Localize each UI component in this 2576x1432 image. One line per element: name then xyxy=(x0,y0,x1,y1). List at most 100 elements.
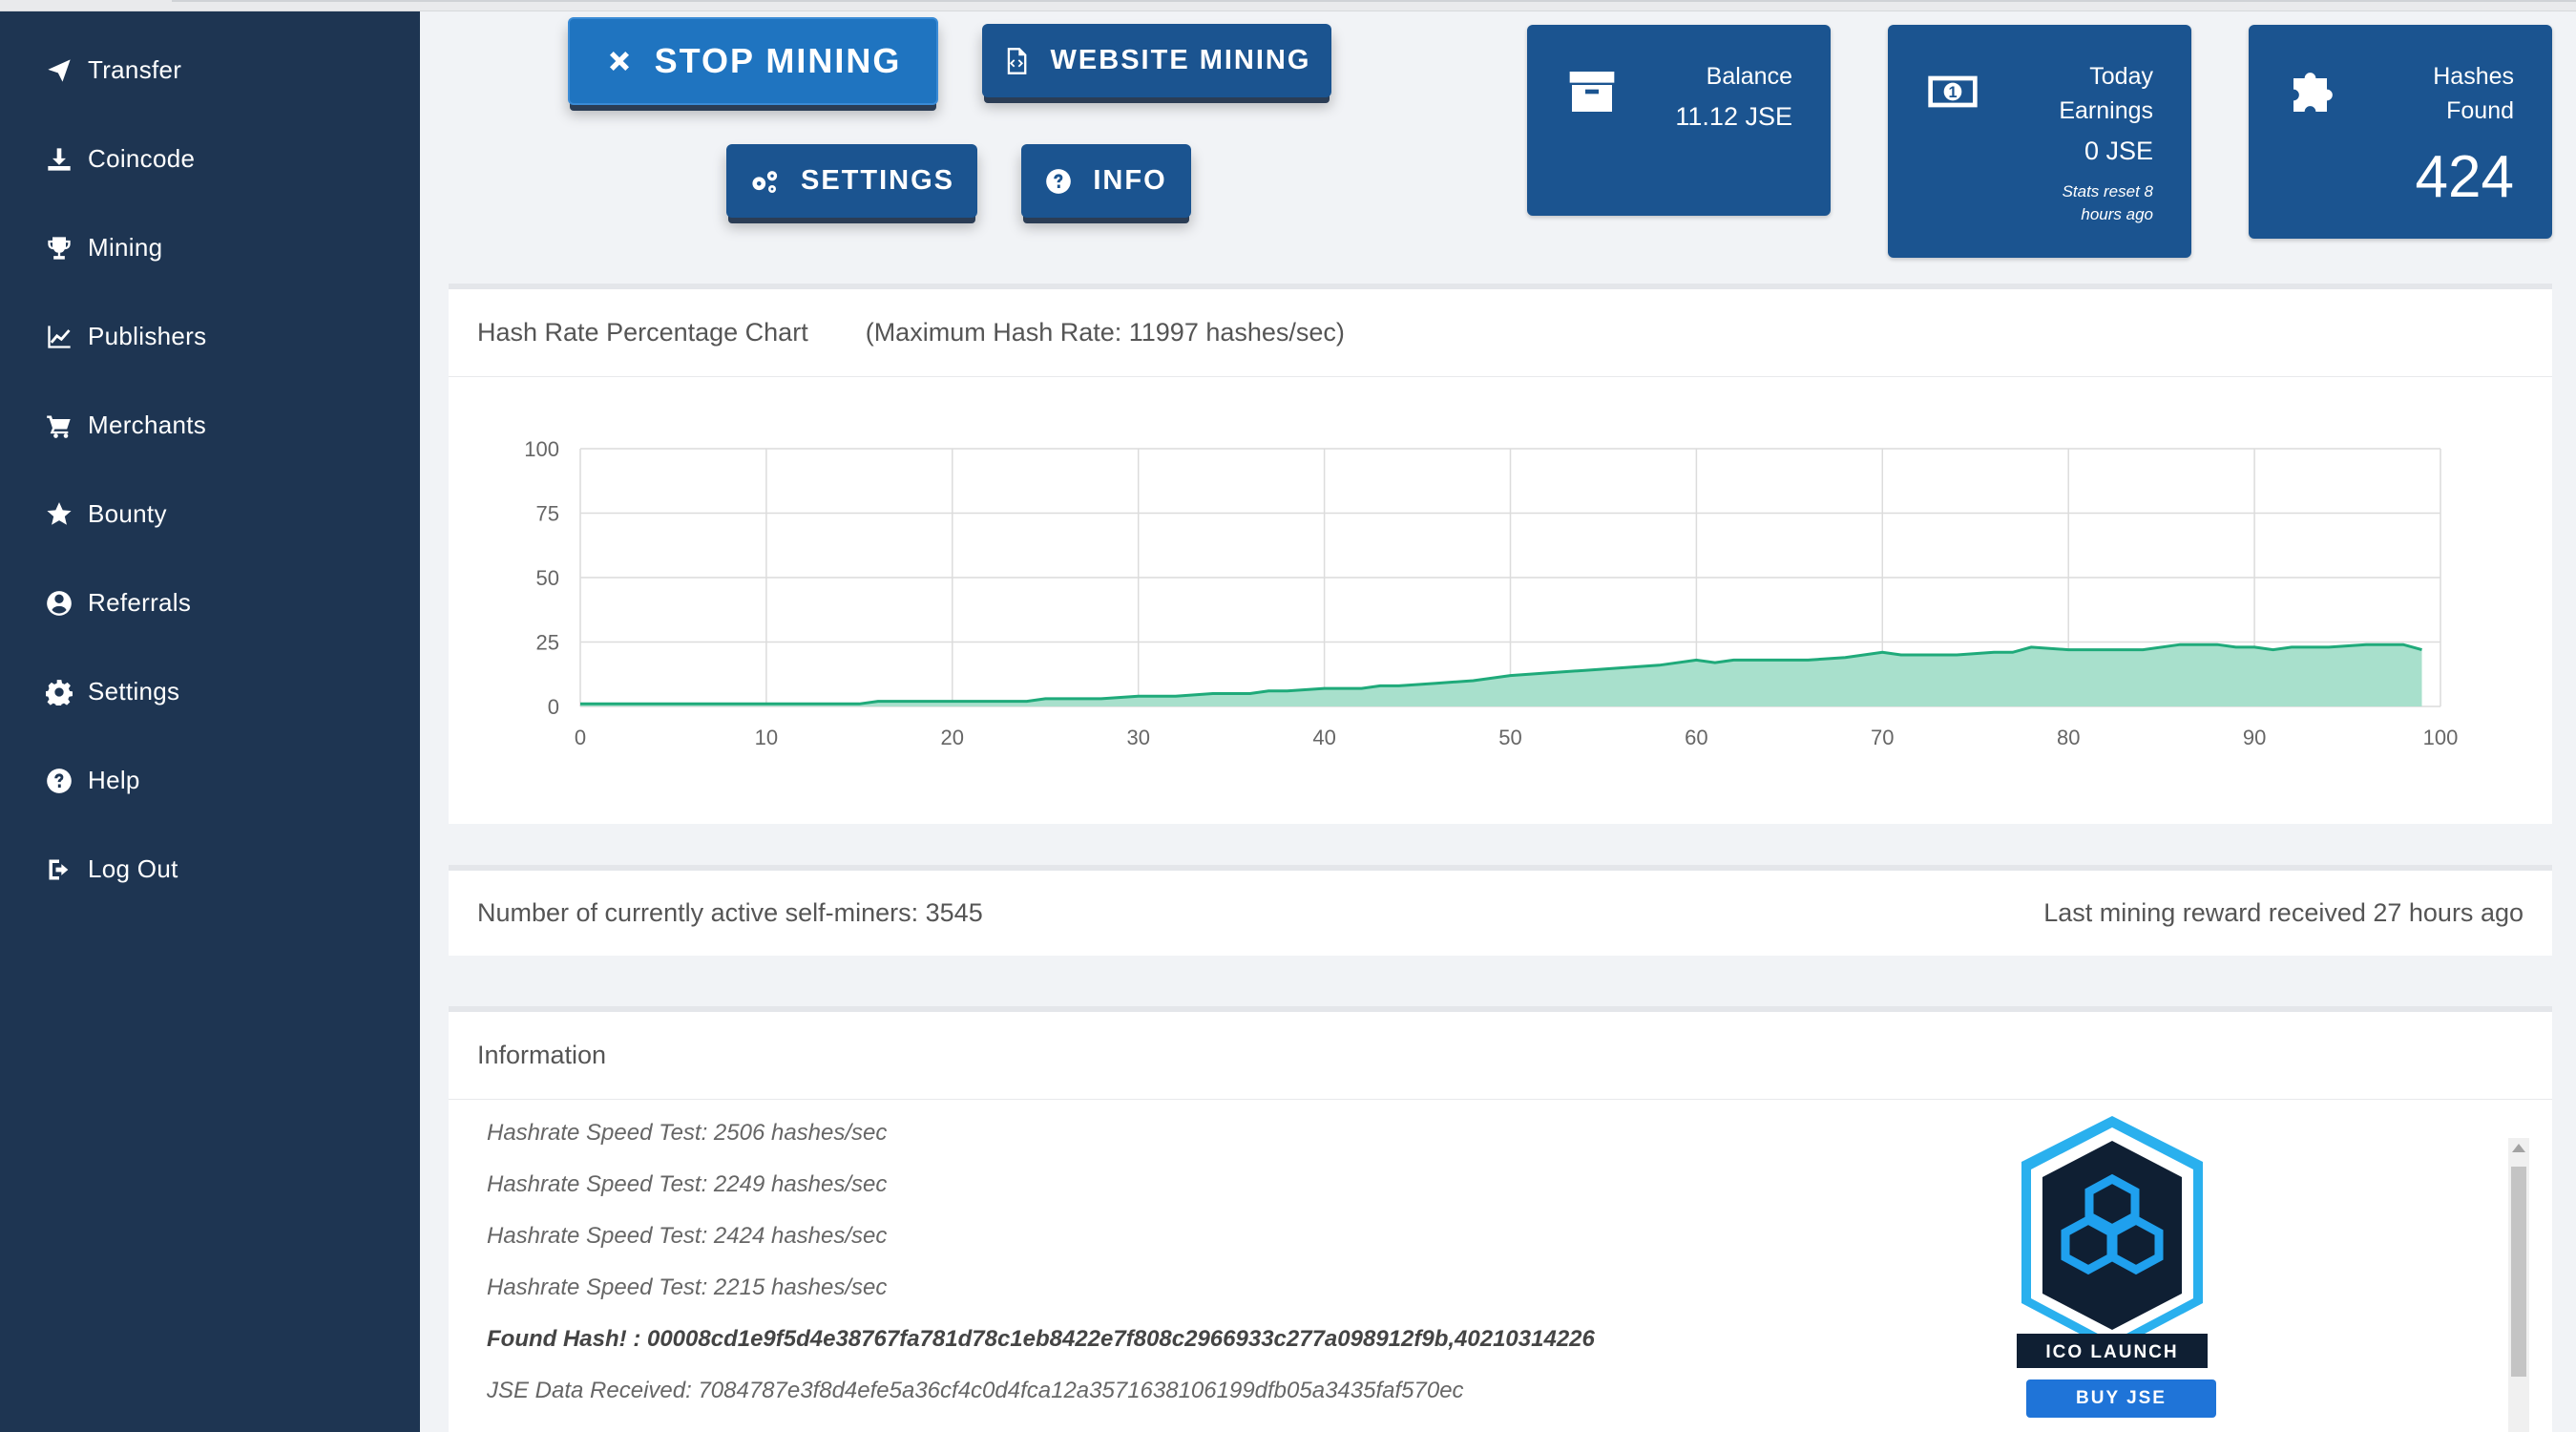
ico-launch-badge[interactable]: ICO LAUNCH xyxy=(2012,1112,2212,1379)
sidebar-item-label: Merchants xyxy=(88,411,207,439)
chart-card-subtitle: (Maximum Hash Rate: 11997 hashes/sec) xyxy=(865,318,1345,347)
line-chart-icon xyxy=(42,320,76,354)
send-icon xyxy=(42,53,76,88)
chart-card-header: Hash Rate Percentage Chart (Maximum Hash… xyxy=(449,289,2552,377)
sidebar-item-label: Coincode xyxy=(88,144,196,173)
active-miners-text: Number of currently active self-miners: … xyxy=(477,898,983,927)
y-tick-label: 0 xyxy=(548,695,559,719)
star-icon xyxy=(42,497,76,532)
today-earnings-card: 1 Today Earnings 0 JSE Stats reset 8 hou… xyxy=(1888,25,2191,258)
sidebar-item-label: Bounty xyxy=(88,499,167,528)
x-tick-label: 10 xyxy=(755,726,778,749)
settings-label: SETTINGS xyxy=(800,165,954,196)
sidebar-item-publishers[interactable]: Publishers xyxy=(0,292,420,381)
hash-rate-chart: 0 10 20 30 40 50 60 70 80 90 100 0 25 50 75 100 xyxy=(524,437,2459,749)
trophy-icon xyxy=(42,231,76,265)
scrollbar-thumb[interactable] xyxy=(2511,1167,2526,1377)
x-tick-label: 20 xyxy=(941,726,964,749)
sidebar-item-merchants[interactable]: Merchants xyxy=(0,381,420,470)
x-tick-label: 40 xyxy=(1312,726,1335,749)
sidebar-item-label: Transfer xyxy=(88,55,182,84)
top-divider xyxy=(172,0,2576,2)
hash-rate-chart-card: Hash Rate Percentage Chart (Maximum Hash… xyxy=(449,284,2552,824)
stop-mining-label: STOP MINING xyxy=(654,41,902,80)
information-log: Hashrate Speed Test: 2506 hashes/sec Hash… xyxy=(487,1119,1595,1428)
sidebar-item-label: Settings xyxy=(88,677,180,705)
buy-jse-button[interactable]: BUY JSE xyxy=(2026,1379,2216,1418)
log-entry: Hashrate Speed Test: 2249 hashes/sec xyxy=(487,1171,888,1197)
browser-top-strip xyxy=(0,0,2576,11)
y-tick-label: 100 xyxy=(524,437,559,461)
info-button[interactable]: INFO xyxy=(1021,144,1191,218)
question-circle-icon xyxy=(1046,168,1072,194)
x-tick-label: 80 xyxy=(2057,726,2080,749)
code-file-icon xyxy=(1007,47,1026,74)
sidebar-item-transfer[interactable]: Transfer xyxy=(0,26,420,115)
gears-icon xyxy=(752,170,778,193)
miners-status-card: Number of currently active self-miners: … xyxy=(449,865,2552,956)
scroll-up-arrow-icon[interactable] xyxy=(2512,1144,2525,1152)
sidebar-item-settings[interactable]: Settings xyxy=(0,647,420,736)
sidebar-item-referrals[interactable]: Referrals xyxy=(0,558,420,647)
information-title: Information xyxy=(477,1041,607,1069)
today-label-1: Today xyxy=(2089,63,2153,90)
y-tick-label: 75 xyxy=(536,502,559,526)
x-tick-label: 90 xyxy=(2243,726,2266,749)
close-icon xyxy=(609,52,629,71)
log-entry: JSE Data Received: 7084787e3f8d4efe5a36c… xyxy=(487,1378,1464,1403)
download-icon xyxy=(42,142,76,177)
hashes-found-card: Hashes Found 424 xyxy=(2249,25,2552,239)
log-entry: Hashrate Speed Test: 2215 hashes/sec xyxy=(487,1274,888,1300)
settings-button[interactable]: SETTINGS xyxy=(726,144,977,218)
log-entry: Hashrate Speed Test: 2424 hashes/sec xyxy=(487,1223,888,1249)
hashes-value: 424 xyxy=(2415,144,2514,210)
sidebar-item-help[interactable]: Help xyxy=(0,736,420,825)
sidebar-item-label: Publishers xyxy=(88,322,207,350)
sidebar-item-bounty[interactable]: Bounty xyxy=(0,470,420,558)
info-label: INFO xyxy=(1093,165,1167,196)
sidebar-item-coincode[interactable]: Coincode xyxy=(0,115,420,203)
balance-value: 11.12 JSE xyxy=(1675,102,1792,131)
money-bill-icon: 1 xyxy=(1926,65,1979,118)
today-label-2: Earnings xyxy=(2059,97,2153,124)
hashes-label-2: Found xyxy=(2446,97,2514,124)
y-tick-label: 25 xyxy=(536,631,559,655)
hashes-label-1: Hashes xyxy=(2433,63,2514,90)
chart-card-title: Hash Rate Percentage Chart xyxy=(477,318,808,347)
gear-icon xyxy=(42,675,76,709)
log-entry: Hashrate Speed Test: 2506 hashes/sec xyxy=(487,1120,888,1146)
user-circle-icon xyxy=(42,586,76,621)
balance-label: Balance xyxy=(1706,63,1792,90)
log-entry: Found Hash! : 00008cd1e9f5d4e38767fa781d… xyxy=(487,1326,1595,1352)
information-header: Information xyxy=(449,1012,2552,1100)
sidebar-item-mining[interactable]: Mining xyxy=(0,203,420,292)
website-mining-label: WEBSITE MINING xyxy=(1050,45,1311,75)
x-tick-label: 50 xyxy=(1498,726,1521,749)
question-circle-icon xyxy=(42,764,76,798)
puzzle-icon xyxy=(2287,65,2340,118)
svg-text:1: 1 xyxy=(1948,84,1957,101)
website-mining-button[interactable]: WEBSITE MINING xyxy=(982,24,1331,97)
main-content: STOP MINING WEBSITE MINING SETTINGS INFO… xyxy=(420,11,2576,1432)
sidebar-item-label: Help xyxy=(88,766,140,794)
sidebar-item-label: Log Out xyxy=(88,854,178,883)
x-tick-label: 100 xyxy=(2423,726,2459,749)
x-tick-label: 60 xyxy=(1685,726,1707,749)
archive-icon xyxy=(1565,65,1619,118)
stop-mining-button[interactable]: STOP MINING xyxy=(568,17,938,105)
sidebar-item-label: Referrals xyxy=(88,588,192,617)
x-tick-label: 30 xyxy=(1126,726,1149,749)
stats-reset-note-2: hours ago xyxy=(2081,205,2153,223)
sidebar: Transfer Coincode Mining Publishers Merc… xyxy=(0,11,420,1432)
x-tick-label: 70 xyxy=(1871,726,1894,749)
cart-icon xyxy=(42,409,76,443)
information-card: Information Hashrate Speed Test: 2506 ha… xyxy=(449,1006,2552,1432)
y-tick-label: 50 xyxy=(536,566,559,590)
last-reward-text: Last mining reward received 27 hours ago xyxy=(2043,898,2524,927)
stats-reset-note-1: Stats reset 8 xyxy=(2062,182,2153,200)
sidebar-item-label: Mining xyxy=(88,233,163,262)
log-scrollbar[interactable] xyxy=(2508,1138,2529,1432)
sign-out-icon xyxy=(42,853,76,887)
balance-card: Balance 11.12 JSE xyxy=(1527,25,1831,216)
sidebar-item-log-out[interactable]: Log Out xyxy=(0,825,420,914)
